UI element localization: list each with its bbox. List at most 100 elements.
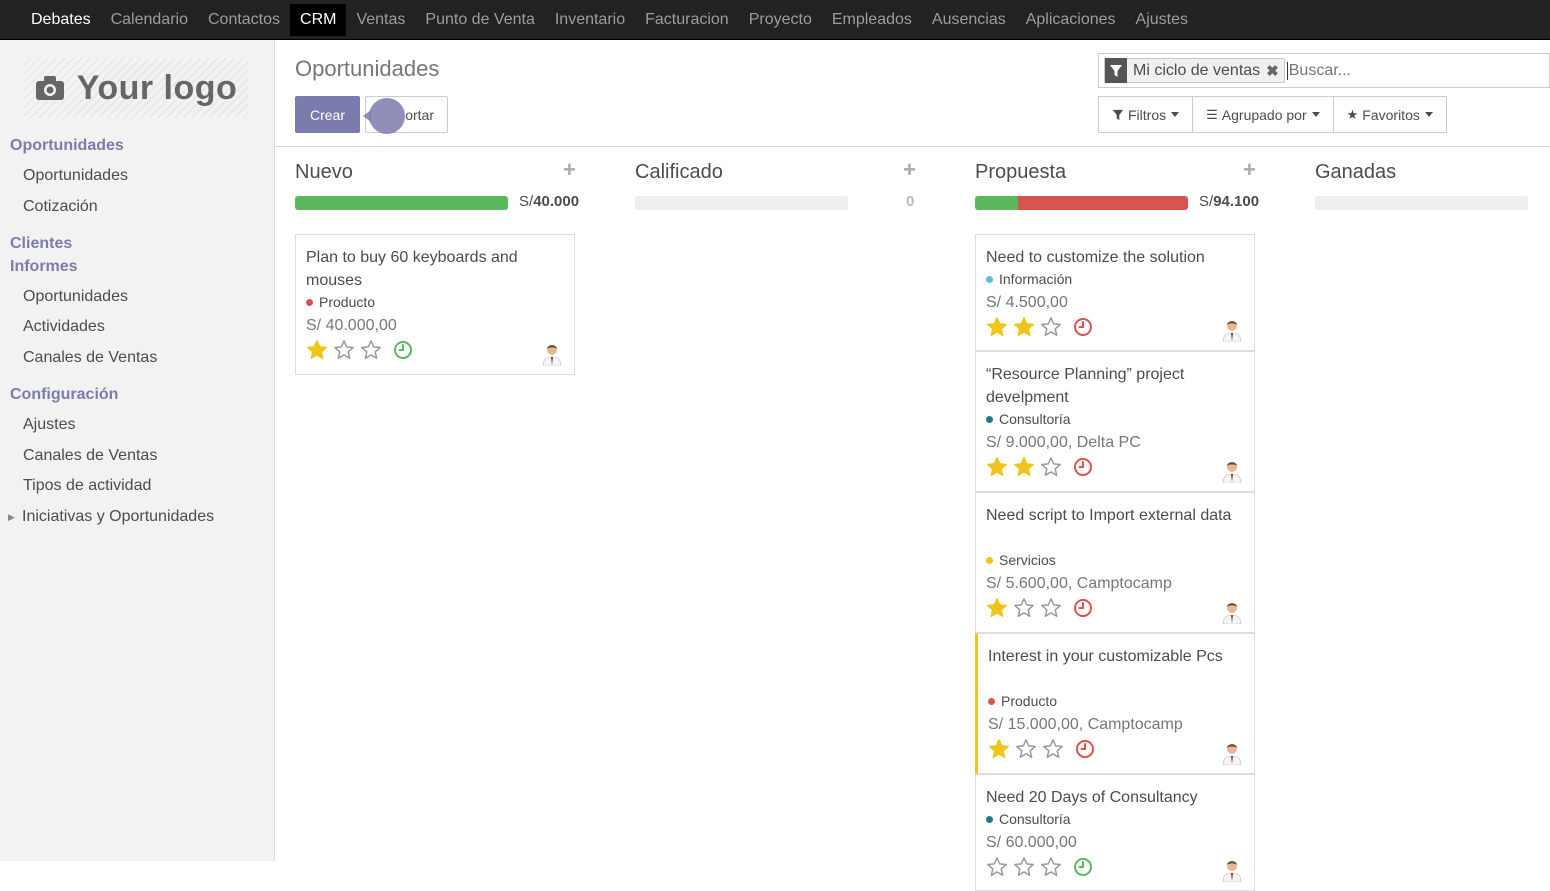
- star-empty-icon[interactable]: [333, 339, 355, 361]
- activity-clock-icon[interactable]: [393, 340, 413, 360]
- opportunity-card[interactable]: Need 20 Days of Consultancy Consultoría S/…: [975, 774, 1255, 891]
- progress-segment[interactable]: [295, 196, 508, 210]
- card-amount: S/ 15.000,00, Camptocamp: [988, 716, 1183, 733]
- menu-item-canales-de-ventas[interactable]: Canales de Ventas: [23, 349, 157, 367]
- avatar[interactable]: [1219, 856, 1245, 882]
- plus-icon[interactable]: +: [1243, 157, 1256, 183]
- create-button[interactable]: Crear: [295, 96, 360, 133]
- opportunity-card[interactable]: Interest in your customizable Pcs Product…: [975, 633, 1255, 774]
- menu-item-oportunidades[interactable]: Oportunidades: [23, 167, 128, 185]
- menu-section-configuracion[interactable]: Configuración: [10, 386, 118, 404]
- activity-clock-icon[interactable]: [1073, 317, 1093, 337]
- opportunity-card[interactable]: Plan to buy 60 keyboards and mouses Produ…: [295, 234, 575, 375]
- plus-icon[interactable]: +: [903, 157, 916, 183]
- filters-button[interactable]: Filtros: [1098, 96, 1194, 133]
- search-box[interactable]: Mi ciclo de ventas ✖: [1098, 53, 1550, 88]
- nav-aplicaciones[interactable]: Aplicaciones: [1016, 0, 1126, 40]
- total-amount: 40.000: [533, 193, 580, 210]
- nav-ventas[interactable]: Ventas: [346, 0, 415, 40]
- nav-ajustes[interactable]: Ajustes: [1126, 0, 1198, 40]
- nav-facturacion[interactable]: Facturacion: [635, 0, 739, 40]
- opportunity-card[interactable]: Need script to Import external data Servi…: [975, 492, 1255, 633]
- caret-down-icon: [1171, 112, 1180, 117]
- divider: [275, 146, 1550, 147]
- nav-inventario[interactable]: Inventario: [545, 0, 635, 40]
- activity-clock-icon[interactable]: [1073, 857, 1093, 877]
- nav-calendario[interactable]: Calendario: [101, 0, 198, 40]
- priority-stars: [306, 339, 413, 361]
- filters-label: Filtros: [1128, 106, 1167, 123]
- favorites-button[interactable]: ★ Favoritos: [1333, 96, 1447, 133]
- tag-color-dot: [986, 415, 993, 423]
- menu-item-config-canales-de-ventas[interactable]: Canales de Ventas: [23, 447, 157, 465]
- search-input[interactable]: [1286, 61, 1537, 80]
- close-icon[interactable]: ✖: [1266, 62, 1284, 80]
- column-progress-bar[interactable]: [635, 196, 848, 210]
- nav-punto-de-venta[interactable]: Punto de Venta: [415, 0, 544, 40]
- tag-color-dot: [988, 697, 995, 705]
- menu-section-oportunidades[interactable]: Oportunidades: [10, 137, 124, 155]
- star-empty-icon[interactable]: [1040, 597, 1062, 619]
- avatar[interactable]: [1219, 457, 1245, 483]
- avatar[interactable]: [1219, 739, 1245, 765]
- menu-item-cotizacion[interactable]: Cotización: [23, 198, 98, 216]
- nav-crm[interactable]: CRM: [290, 3, 347, 36]
- star-empty-icon[interactable]: [1040, 456, 1062, 478]
- star-filled-icon[interactable]: [986, 597, 1008, 619]
- star-empty-icon[interactable]: [1040, 316, 1062, 338]
- column-progress-bar[interactable]: [1315, 196, 1528, 210]
- star-filled-icon[interactable]: [1013, 456, 1035, 478]
- star-empty-icon[interactable]: [1040, 856, 1062, 878]
- column-title[interactable]: Calificado: [635, 161, 723, 184]
- card-tag: Producto: [988, 693, 1057, 709]
- facet-label: Mi ciclo de ventas: [1133, 61, 1261, 79]
- column-progress-bar[interactable]: [975, 196, 1188, 210]
- star-empty-icon[interactable]: [1013, 856, 1035, 878]
- column-title[interactable]: Ganadas: [1315, 161, 1396, 184]
- nav-ausencias[interactable]: Ausencias: [922, 0, 1016, 40]
- tag-color-dot: [306, 298, 313, 306]
- column-title[interactable]: Nuevo: [295, 161, 353, 184]
- column-progress-bar[interactable]: [295, 196, 508, 210]
- star-filled-icon[interactable]: [986, 316, 1008, 338]
- company-logo[interactable]: Your logo: [24, 58, 248, 118]
- star-empty-icon[interactable]: [1013, 597, 1035, 619]
- avatar[interactable]: [1219, 316, 1245, 342]
- nav-debates[interactable]: Debates: [21, 0, 101, 40]
- groupby-button[interactable]: ☰ Agrupado por: [1193, 96, 1334, 133]
- star-filled-icon[interactable]: [306, 339, 328, 361]
- avatar[interactable]: [1219, 598, 1245, 624]
- menu-item-informes-oportunidades[interactable]: Oportunidades: [23, 288, 128, 306]
- opportunity-card[interactable]: “Resource Planning” project develpment Co…: [975, 351, 1255, 492]
- nav-empleados[interactable]: Empleados: [822, 0, 922, 40]
- menu-section-informes[interactable]: Informes: [10, 258, 78, 276]
- star-empty-icon[interactable]: [1042, 738, 1064, 760]
- menu-item-actividades[interactable]: Actividades: [23, 318, 105, 336]
- activity-clock-icon[interactable]: [1075, 739, 1095, 759]
- star-filled-icon[interactable]: [1013, 316, 1035, 338]
- menu-item-tipos-de-actividad[interactable]: Tipos de actividad: [23, 477, 151, 495]
- menu-section-clientes[interactable]: Clientes: [10, 235, 72, 253]
- activity-clock-icon[interactable]: [1073, 598, 1093, 618]
- currency-symbol: S/: [519, 193, 534, 210]
- menu-item-iniciativas[interactable]: Iniciativas y Oportunidades: [22, 508, 214, 526]
- progress-segment[interactable]: [1017, 196, 1188, 210]
- star-filled-icon[interactable]: [988, 738, 1010, 760]
- star-empty-icon[interactable]: [1015, 738, 1037, 760]
- opportunity-card[interactable]: Need to customize the solution Informació…: [975, 234, 1255, 351]
- star-filled-icon[interactable]: [986, 456, 1008, 478]
- plus-icon[interactable]: +: [563, 157, 576, 183]
- avatar[interactable]: [539, 340, 565, 366]
- star-empty-icon[interactable]: [986, 856, 1008, 878]
- progress-segment[interactable]: [975, 196, 1018, 210]
- activity-clock-icon[interactable]: [1073, 457, 1093, 477]
- caret-right-icon[interactable]: ▶: [8, 512, 15, 523]
- column-title[interactable]: Propuesta: [975, 161, 1066, 184]
- star-empty-icon[interactable]: [360, 339, 382, 361]
- search-options: Filtros ☰ Agrupado por ★ Favoritos: [1098, 96, 1447, 133]
- menu-item-ajustes[interactable]: Ajustes: [23, 416, 75, 434]
- nav-proyecto[interactable]: Proyecto: [739, 0, 822, 40]
- groupby-label: Agrupado por: [1221, 106, 1307, 123]
- nav-contactos[interactable]: Contactos: [198, 0, 290, 40]
- star-icon: ★: [1346, 106, 1359, 122]
